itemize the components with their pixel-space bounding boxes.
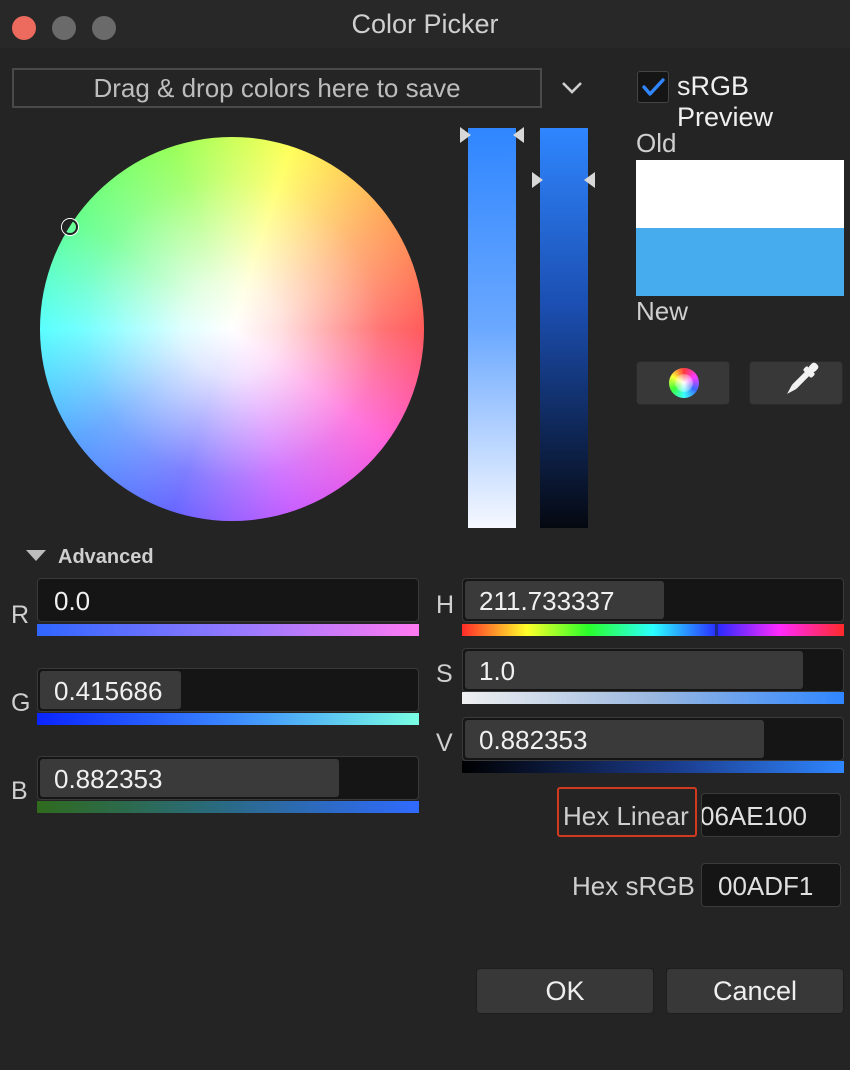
eyedropper-icon (787, 362, 819, 394)
cancel-button[interactable]: Cancel (666, 968, 844, 1014)
b-value: 0.882353 (54, 764, 163, 794)
hex-linear-label: Hex Linear (563, 801, 689, 831)
title-bar: Color Picker (0, 0, 850, 48)
window-title: Color Picker (351, 9, 499, 39)
h-label: H (436, 591, 455, 619)
g-value: 0.415686 (54, 676, 163, 706)
hex-linear-value: 06AE100 (701, 801, 807, 831)
old-color-label: Old (636, 128, 677, 158)
eyedropper-button[interactable] (749, 361, 843, 405)
color-wheel-cursor[interactable] (62, 219, 78, 235)
advanced-label: Advanced (58, 546, 154, 568)
s-field-fill (465, 651, 803, 689)
old-color-swatch (636, 160, 844, 228)
hex-srgb-value: 00ADF1 (718, 871, 814, 901)
value-slider-handle-left[interactable] (532, 172, 543, 188)
h-gradient (462, 624, 844, 636)
s-gradient (462, 692, 844, 704)
r-gradient (37, 624, 419, 636)
saved-colors-dropzone[interactable]: Drag & drop colors here to save (12, 68, 542, 108)
g-gradient (37, 713, 419, 725)
b-label: B (11, 777, 28, 805)
hex-linear-input[interactable]: 06AE100 (701, 793, 841, 837)
g-label: G (11, 689, 31, 717)
color-wheel-button[interactable] (636, 361, 730, 405)
advanced-toggle[interactable]: Advanced (26, 546, 154, 569)
saturation-slider[interactable] (468, 128, 516, 528)
r-label: R (11, 601, 30, 629)
color-wheel-saturation[interactable] (40, 137, 424, 521)
g-field[interactable]: 0.415686 (37, 668, 419, 712)
chevron-down-icon[interactable] (558, 72, 586, 102)
hex-srgb-label: Hex sRGB (572, 871, 695, 901)
v-field[interactable]: 0.882353 (462, 717, 844, 761)
color-wheel-icon (669, 368, 699, 398)
h-gradient-marker (715, 624, 718, 636)
color-wheel[interactable] (40, 137, 424, 521)
s-label: S (436, 660, 453, 688)
v-label: V (436, 729, 453, 757)
r-value: 0.0 (54, 586, 91, 616)
srgb-preview-label[interactable]: sRGB Preview (677, 71, 850, 133)
h-field[interactable]: 211.733337 (462, 578, 844, 622)
hex-srgb-input[interactable]: 00ADF1 (701, 863, 841, 907)
b-gradient (37, 801, 419, 813)
v-gradient (462, 761, 844, 773)
b-field[interactable]: 0.882353 (37, 756, 419, 800)
value-slider-handle-right[interactable] (584, 172, 595, 188)
r-field[interactable]: 0.0 (37, 578, 419, 622)
value-slider[interactable] (540, 128, 588, 528)
h-value: 211.733337 (479, 586, 615, 616)
srgb-preview-checkbox[interactable] (637, 71, 669, 103)
saturation-slider-handle-right[interactable] (513, 127, 524, 143)
saturation-slider-handle-left[interactable] (460, 127, 471, 143)
ok-button[interactable]: OK (476, 968, 654, 1014)
check-icon (642, 78, 665, 96)
new-color-swatch (636, 228, 844, 296)
v-value: 0.882353 (479, 725, 588, 755)
s-field[interactable]: 1.0 (462, 648, 844, 692)
triangle-down-icon (26, 550, 46, 561)
new-color-label: New (636, 296, 689, 326)
s-value: 1.0 (479, 656, 516, 686)
